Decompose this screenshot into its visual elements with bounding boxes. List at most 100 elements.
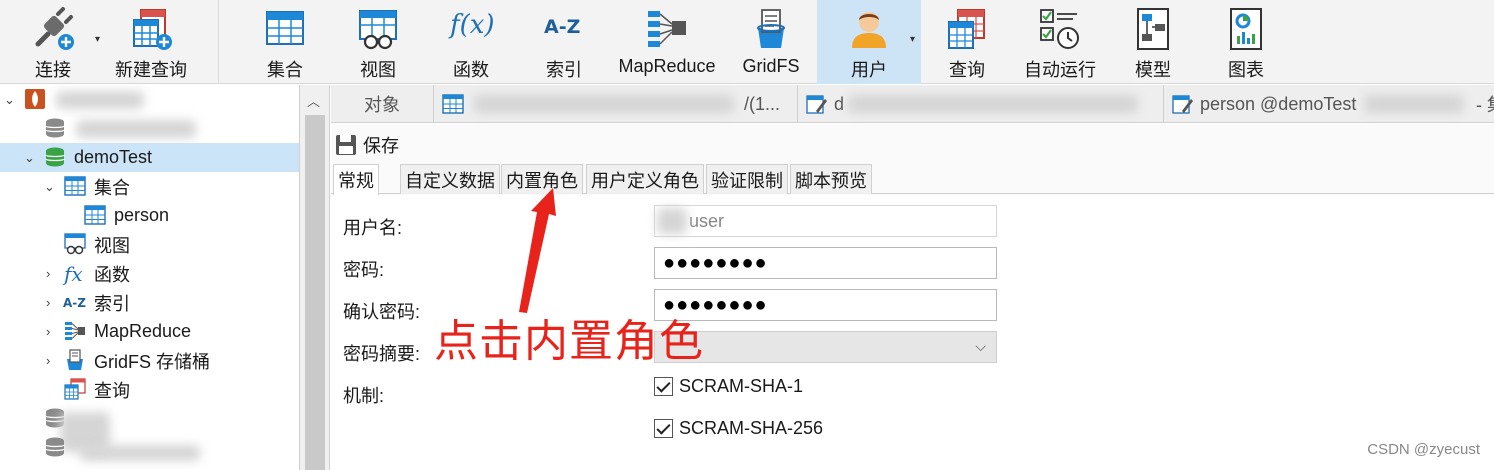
chevron-down-icon[interactable]: ⌄ — [44, 179, 55, 195]
mongodb-connection-icon — [25, 89, 45, 109]
tree-item-demotest[interactable]: ⌄ demoTest — [0, 143, 299, 172]
chart-label: 图表 — [1228, 60, 1264, 80]
view-icon — [355, 6, 401, 52]
tree-item-label: 索引 — [94, 293, 130, 314]
collection-button[interactable]: 集合 — [255, 0, 315, 84]
edit-table-icon — [806, 95, 827, 114]
tab-person[interactable]: person @demoTest - 集 — [1163, 85, 1494, 123]
automation-label: 自动运行 — [1024, 60, 1096, 80]
query-button[interactable]: 查询 — [937, 0, 997, 84]
toolbar-divider — [218, 0, 219, 84]
confirm-password-field[interactable]: ●●●●●●●● — [654, 289, 997, 321]
gridfs-icon — [67, 349, 83, 370]
tab-script-preview[interactable]: 脚本预览 — [790, 164, 872, 194]
tab-objects-label: 对象 — [364, 95, 400, 115]
general-form: 用户名: user 密码: ●●●●●●●● 确认密码: ●●●●●●●● 密码… — [331, 195, 1494, 470]
tab-label: 内置角色 — [506, 170, 578, 191]
scroll-up-icon[interactable]: ︿ — [307, 91, 320, 110]
tree-item-collections[interactable]: ⌄ 集合 — [0, 172, 299, 201]
tree-item-person[interactable]: person — [0, 201, 299, 230]
index-glyph: A-Z — [544, 16, 581, 38]
scram-sha-256-checkbox[interactable]: SCRAM-SHA-256 — [654, 418, 823, 439]
tab-user-redacted[interactable]: d — [797, 85, 1163, 123]
plug-icon — [30, 6, 76, 52]
model-label: 模型 — [1135, 60, 1171, 80]
tree-item-label: demoTest — [74, 147, 153, 167]
tree-database-row[interactable] — [0, 114, 299, 143]
gridfs-label: GridFS — [742, 56, 800, 76]
chevron-right-icon[interactable]: › — [46, 266, 50, 281]
tree-item-label: 查询 — [94, 380, 130, 401]
tab-built-in-roles[interactable]: 内置角色 — [501, 164, 583, 194]
checkbox-checked-icon[interactable] — [654, 377, 673, 396]
navigator-scrollbar[interactable]: ︿ — [300, 85, 330, 470]
database-icon — [45, 147, 65, 167]
tree-item-functions[interactable]: › fx 函数 — [0, 259, 299, 288]
username-field[interactable]: user — [654, 205, 997, 237]
scram-sha-1-checkbox[interactable]: SCRAM-SHA-1 — [654, 376, 803, 397]
scrollbar-thumb[interactable] — [305, 115, 325, 470]
chevron-down-icon[interactable]: ⌄ — [24, 150, 35, 166]
function-glyph: f(x) — [450, 10, 495, 40]
automation-button[interactable]: 自动运行 — [1019, 0, 1101, 84]
chart-button[interactable]: 图表 — [1216, 0, 1276, 84]
index-icon: A-Z — [63, 295, 86, 310]
user-label: 用户 — [851, 60, 887, 80]
tree-connection-row[interactable]: ⌄ — [0, 85, 299, 114]
tab-restrictions[interactable]: 验证限制 — [706, 164, 788, 194]
tab-label: 脚本预览 — [795, 170, 867, 191]
tree-item-label: person — [114, 205, 170, 225]
username-value: user — [689, 210, 725, 231]
connect-dropdown-icon[interactable]: ▾ — [95, 34, 100, 45]
save-label: 保存 — [363, 136, 399, 156]
tree-item-label: 视图 — [94, 235, 130, 256]
tab-general[interactable]: 常规 — [333, 164, 379, 195]
tree-database-row[interactable] — [0, 433, 299, 462]
tree-item-indexes[interactable]: › A-Z 索引 — [0, 288, 299, 317]
new-query-label: 新建查询 — [115, 60, 187, 80]
gridfs-icon — [748, 6, 794, 52]
tree-item-gridfs[interactable]: › GridFS 存储桶 — [0, 346, 299, 375]
mapreduce-button[interactable]: MapReduce — [614, 0, 720, 84]
password-digest-select[interactable]: ⌵ — [654, 331, 997, 363]
function-button[interactable]: f(x) 函数 — [441, 0, 501, 84]
chevron-right-icon[interactable]: › — [46, 295, 50, 310]
password-field[interactable]: ●●●●●●●● — [654, 247, 997, 279]
tab-user-defined-roles[interactable]: 用户定义角色 — [586, 164, 704, 194]
checkbox-label: SCRAM-SHA-256 — [679, 418, 824, 438]
mapreduce-icon — [65, 322, 85, 340]
connect-button[interactable]: 连接 — [22, 0, 84, 84]
tree-database-row[interactable] — [0, 404, 299, 452]
confirm-password-value: ●●●●●●●● — [663, 293, 768, 316]
view-icon — [64, 233, 86, 255]
tree-item-label: GridFS 存储桶 — [94, 351, 211, 372]
new-query-button[interactable]: 新建查询 — [114, 0, 188, 84]
user-button[interactable]: 用户 ▾ — [817, 0, 921, 84]
tree-item-mapreduce[interactable]: › MapReduce — [0, 317, 299, 346]
redacted-database-name — [80, 445, 200, 461]
chevron-right-icon[interactable]: › — [46, 353, 50, 368]
tree-item-queries[interactable]: 查询 — [0, 375, 299, 404]
tab-collection-redacted[interactable]: /(1... — [433, 85, 797, 123]
checkbox-label: SCRAM-SHA-1 — [679, 376, 804, 396]
tab-label: 自定义数据 — [405, 170, 495, 191]
redacted-tab-name — [1364, 95, 1464, 113]
view-button[interactable]: 视图 — [348, 0, 408, 84]
index-label: 索引 — [546, 60, 582, 80]
index-button[interactable]: A-Z 索引 — [534, 0, 594, 84]
chart-icon — [1223, 6, 1269, 52]
user-editor: 保存 常规 自定义数据 内置角色 用户定义角色 验证限制 脚本预览 用户名: u… — [331, 124, 1494, 470]
save-button[interactable]: 保存 — [335, 132, 399, 158]
chevron-right-icon[interactable]: › — [46, 324, 50, 339]
tab-custom-data[interactable]: 自定义数据 — [400, 164, 500, 194]
tab-objects[interactable]: 对象 — [331, 85, 433, 123]
tree-item-label: 函数 — [94, 264, 130, 285]
chevron-down-icon[interactable]: ⌄ — [4, 92, 15, 108]
user-dropdown-icon[interactable]: ▾ — [910, 34, 915, 45]
model-button[interactable]: 模型 — [1123, 0, 1183, 84]
gridfs-button[interactable]: GridFS — [740, 0, 802, 84]
query-icon — [944, 6, 990, 52]
tree-item-views[interactable]: 视图 — [0, 230, 299, 259]
checkbox-checked-icon[interactable] — [654, 419, 673, 438]
tab-person-label: person @demoTest — [1200, 93, 1357, 114]
